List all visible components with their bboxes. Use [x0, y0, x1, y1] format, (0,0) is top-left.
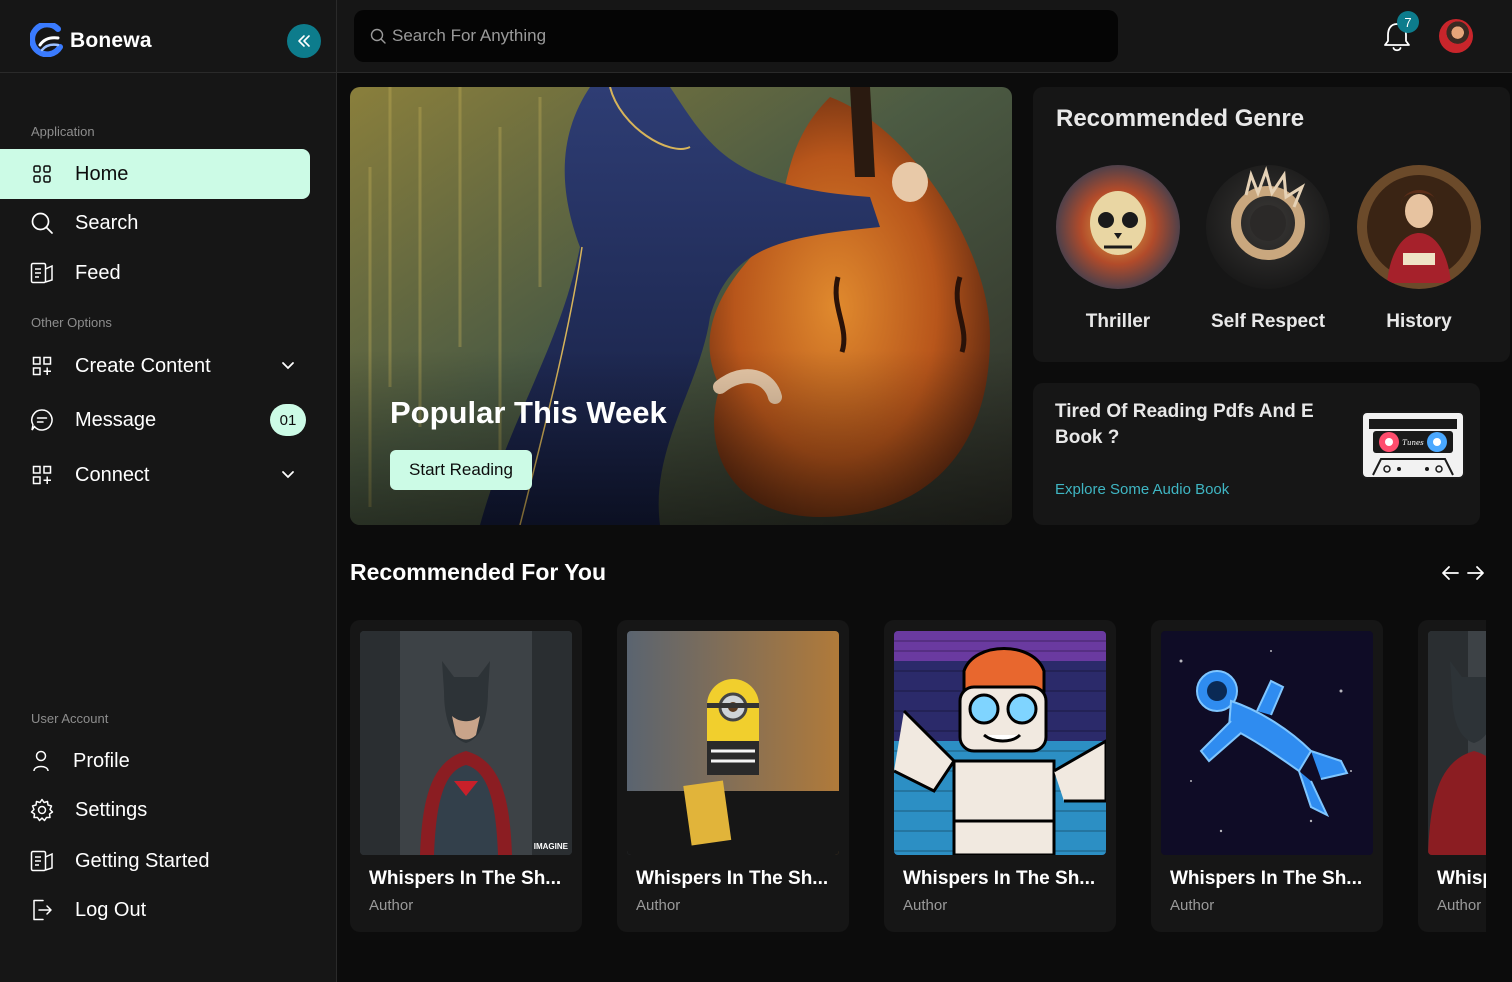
- sidebar-item-label: Create Content: [75, 354, 211, 377]
- notification-count-badge: 7: [1397, 11, 1419, 33]
- carousel-controls: [1440, 563, 1486, 583]
- explore-audio-book-link[interactable]: Explore Some Audio Book: [1055, 481, 1229, 498]
- hero-title: Popular This Week: [390, 395, 667, 430]
- book-author: Author: [903, 897, 948, 914]
- cover-watermark-tag: IMAGINE: [533, 842, 568, 851]
- avatar[interactable]: [1439, 19, 1473, 53]
- audio-book-promo-card[interactable]: Tired Of Reading Pdfs And E Book ? Explo…: [1033, 383, 1480, 525]
- sidebar-item-search[interactable]: Search: [0, 198, 310, 248]
- sidebar-item-label: Message: [75, 408, 157, 431]
- cassette-icon: Tunes: [1361, 411, 1465, 479]
- sidebar-item-label: Settings: [75, 798, 148, 821]
- recommended-genre-card: Recommended Genre Thriller Self Respect …: [1033, 87, 1510, 362]
- book-cover-image: [1428, 631, 1486, 855]
- feed-icon: [30, 849, 54, 873]
- audio-promo-title: Tired Of Reading Pdfs And E Book ?: [1055, 401, 1314, 448]
- gear-icon: [30, 798, 54, 822]
- genre-label: Self Respect: [1210, 311, 1326, 332]
- book-title: Whispers In The Sh...: [1437, 868, 1486, 889]
- book-card[interactable]: Whispers In The Sh... Author: [1151, 620, 1383, 932]
- sidebar-item-label: Log Out: [75, 898, 147, 921]
- chat-icon: [30, 408, 54, 432]
- book-author: Author: [1170, 897, 1215, 914]
- sidebar-item-getting-started[interactable]: Getting Started: [0, 836, 310, 886]
- search-placeholder: Search For Anything: [392, 26, 547, 45]
- sidebar-item-label: Profile: [73, 749, 130, 772]
- book-card[interactable]: Whispers In The Sh... Author: [1418, 620, 1486, 932]
- book-author: Author: [1437, 897, 1482, 914]
- sidebar-item-message[interactable]: Message 01: [0, 395, 310, 445]
- book-cover-image: [627, 631, 839, 855]
- brand-name: Bonewa: [70, 29, 152, 52]
- genre-item-history[interactable]: History: [1357, 165, 1481, 335]
- book-title: Whispers In The Sh...: [636, 868, 829, 889]
- cassette-label: Tunes: [1402, 439, 1424, 447]
- search-icon: [370, 28, 386, 44]
- section-label-other: Other Options: [31, 315, 112, 330]
- sidebar-item-create-content[interactable]: Create Content: [0, 341, 310, 391]
- book-author: Author: [369, 897, 414, 914]
- genre-self-respect-image: [1206, 165, 1330, 289]
- book-card[interactable]: Whispers In The Sh... Author: [617, 620, 849, 932]
- section-label-account: User Account: [31, 711, 109, 726]
- logout-icon: [30, 898, 54, 922]
- sidebar-item-logout[interactable]: Log Out: [0, 885, 310, 935]
- book-card[interactable]: IMAGINE Whispers In The Sh... Author: [350, 620, 582, 932]
- bonewa-logo-icon: [30, 23, 63, 57]
- message-count-badge: 01: [270, 404, 306, 436]
- collapse-sidebar-button[interactable]: [287, 24, 321, 58]
- genre-item-thriller[interactable]: Thriller: [1056, 165, 1180, 335]
- sidebar: Bonewa Application Home Search Feed Othe…: [0, 0, 337, 982]
- arrow-right-icon[interactable]: [1466, 563, 1486, 583]
- sidebar-item-feed[interactable]: Feed: [0, 248, 310, 298]
- grid-icon: [30, 162, 54, 186]
- book-title: Whispers In The Sh...: [369, 868, 562, 889]
- arrow-left-icon[interactable]: [1440, 563, 1460, 583]
- book-card[interactable]: Whispers In The Sh... Author: [884, 620, 1116, 932]
- book-cover-image: [1161, 631, 1373, 855]
- feed-icon: [30, 261, 54, 285]
- book-title: Whispers In The Sh...: [1170, 868, 1363, 889]
- grid-plus-icon: [30, 463, 54, 487]
- genre-item-self-respect[interactable]: Self Respect: [1206, 165, 1330, 335]
- genre-thriller-image: [1056, 165, 1180, 289]
- sidebar-item-label: Search: [75, 211, 139, 234]
- chevron-down-icon[interactable]: [280, 357, 296, 373]
- topbar: Search For Anything 7: [337, 0, 1512, 73]
- hero-banner[interactable]: Popular This Week Start Reading: [350, 87, 1012, 525]
- sidebar-item-settings[interactable]: Settings: [0, 785, 310, 835]
- sidebar-item-label: Home: [75, 162, 129, 185]
- user-icon: [30, 749, 54, 773]
- search-input[interactable]: Search For Anything: [354, 10, 1118, 62]
- sidebar-item-label: Connect: [75, 463, 150, 486]
- sidebar-item-label: Feed: [75, 261, 121, 284]
- double-chevron-left-icon: [298, 35, 310, 47]
- genre-label: Thriller: [1085, 311, 1151, 332]
- recommended-section-title: Recommended For You: [350, 559, 607, 585]
- app-root: Bonewa Application Home Search Feed Othe…: [0, 0, 1512, 982]
- grid-plus-icon: [30, 354, 54, 378]
- book-title: Whispers In The Sh...: [903, 868, 1096, 889]
- sidebar-item-label: Getting Started: [75, 849, 210, 872]
- genre-history-image: [1357, 165, 1481, 289]
- recommended-carousel: IMAGINE Whispers In The Sh... Author Whi…: [350, 620, 1486, 932]
- genre-section-title: Recommended Genre: [1056, 105, 1305, 132]
- book-author: Author: [636, 897, 681, 914]
- brand-header: Bonewa: [0, 0, 336, 73]
- sidebar-item-connect[interactable]: Connect: [0, 450, 310, 500]
- sidebar-item-profile[interactable]: Profile: [0, 736, 310, 786]
- start-reading-button[interactable]: Start Reading: [390, 450, 532, 490]
- genre-label: History: [1386, 311, 1452, 332]
- search-icon: [30, 211, 54, 235]
- book-cover-image: [894, 631, 1106, 855]
- chevron-down-icon[interactable]: [280, 466, 296, 482]
- book-cover-image: IMAGINE: [360, 631, 572, 855]
- sidebar-item-home[interactable]: Home: [0, 149, 310, 199]
- section-label-application: Application: [31, 124, 95, 139]
